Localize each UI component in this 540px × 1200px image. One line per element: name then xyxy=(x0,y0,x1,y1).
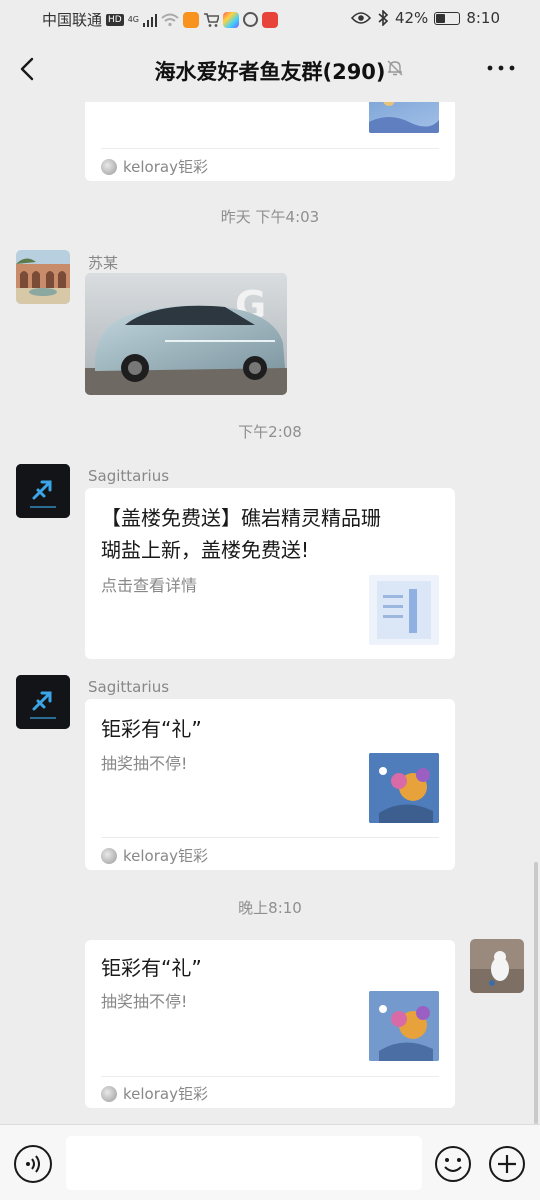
hd-badge: HD xyxy=(106,13,124,26)
card-divider xyxy=(101,837,439,838)
source-name: keloray钜彩 xyxy=(123,847,208,865)
courtyard-avatar-icon xyxy=(16,250,70,304)
avatar[interactable] xyxy=(16,250,70,304)
card-divider xyxy=(101,1076,439,1077)
card-description: 抽奖抽不停! xyxy=(101,992,188,1011)
sender-name: 苏某 xyxy=(88,254,119,272)
status-bar: 中国联通 HD 4G 42% 8:10 xyxy=(0,0,540,36)
video-app-icon xyxy=(183,11,200,28)
circle-app-icon xyxy=(243,12,259,27)
status-right: 42% 8:10 xyxy=(350,9,500,27)
battery-fill xyxy=(436,13,446,23)
battery-percent: 42% xyxy=(394,9,429,27)
card-divider xyxy=(101,148,439,149)
emoji-icon[interactable] xyxy=(434,1145,472,1183)
card-title-line2: 瑚盐上新，盖楼免费送! xyxy=(101,538,310,562)
card-description: 点击查看详情 xyxy=(101,576,198,595)
source-avatar-icon xyxy=(101,1085,117,1102)
voice-icon xyxy=(26,1155,40,1173)
colorful-app-icon xyxy=(223,11,240,28)
message-card-miniprogram[interactable]: 钜彩有“礼” 抽奖抽不停! keloray钜彩 xyxy=(85,699,455,870)
timestamp: 下午2:08 xyxy=(238,423,302,441)
plus-icon[interactable] xyxy=(488,1145,526,1183)
card-source: keloray钜彩 xyxy=(101,156,208,177)
card-thumbnail xyxy=(369,575,439,645)
cart-app-icon xyxy=(204,12,220,27)
image-message[interactable]: G xyxy=(85,273,287,395)
timestamp: 昨天 下午4:03 xyxy=(220,208,320,226)
message-card-link[interactable]: keloray钜彩 xyxy=(85,102,455,181)
card-description: 抽奖抽不停! xyxy=(101,754,188,773)
signal-type: 4G xyxy=(127,14,140,24)
sender-name: Sagittarius xyxy=(88,678,170,696)
card-thumbnail xyxy=(369,102,439,133)
card-title: 钜彩有“礼” xyxy=(101,717,202,741)
red-app-icon xyxy=(262,11,279,28)
more-icon[interactable] xyxy=(486,58,516,78)
eye-icon xyxy=(350,12,371,24)
input-bar xyxy=(0,1124,540,1200)
wifi-icon xyxy=(161,13,179,26)
status-left: 中国联通 HD 4G xyxy=(42,9,279,30)
source-name: keloray钜彩 xyxy=(123,158,208,176)
chat-header: 海水爱好者鱼友群(290) xyxy=(0,36,540,102)
source-avatar-icon xyxy=(101,158,117,175)
avatar[interactable] xyxy=(16,675,70,729)
avatar[interactable] xyxy=(16,464,70,518)
card-title-line1: 【盖楼免费送】礁岩精灵精品珊 xyxy=(101,506,381,530)
card-thumbnail xyxy=(369,753,439,823)
message-card-link[interactable]: 【盖楼免费送】礁岩精灵精品珊 瑚盐上新，盖楼免费送! 点击查看详情 xyxy=(85,488,455,659)
battery-icon xyxy=(434,11,461,25)
card-title: 钜彩有“礼” xyxy=(101,956,202,980)
source-avatar-icon xyxy=(101,847,117,864)
chat-title: 海水爱好者鱼友群(290) xyxy=(154,60,386,84)
source-name: keloray钜彩 xyxy=(123,1085,208,1103)
bluetooth-icon xyxy=(378,10,389,26)
mute-bell-icon xyxy=(387,60,403,76)
chat-area[interactable]: keloray钜彩 昨天 下午4:03 苏某 G 下午2:08 Sagittar… xyxy=(0,102,540,1124)
sagittarius-avatar-icon xyxy=(16,675,70,729)
card-source: keloray钜彩 xyxy=(101,845,208,866)
carrier-label: 中国联通 xyxy=(42,11,103,29)
my-avatar[interactable] xyxy=(470,939,524,993)
figure-avatar-icon xyxy=(470,939,524,993)
signal-icon xyxy=(143,13,158,27)
car-photo: G xyxy=(85,273,287,395)
sender-name: Sagittarius xyxy=(88,467,170,485)
clock: 8:10 xyxy=(466,9,500,27)
voice-button[interactable] xyxy=(14,1145,52,1183)
card-source: keloray钜彩 xyxy=(101,1083,208,1104)
card-thumbnail xyxy=(369,991,439,1061)
timestamp: 晚上8:10 xyxy=(238,899,302,917)
sagittarius-avatar-icon xyxy=(16,464,70,518)
message-input[interactable] xyxy=(66,1136,422,1190)
message-card-miniprogram[interactable]: 钜彩有“礼” 抽奖抽不停! keloray钜彩 xyxy=(85,940,455,1108)
scrollbar[interactable] xyxy=(534,862,538,1124)
